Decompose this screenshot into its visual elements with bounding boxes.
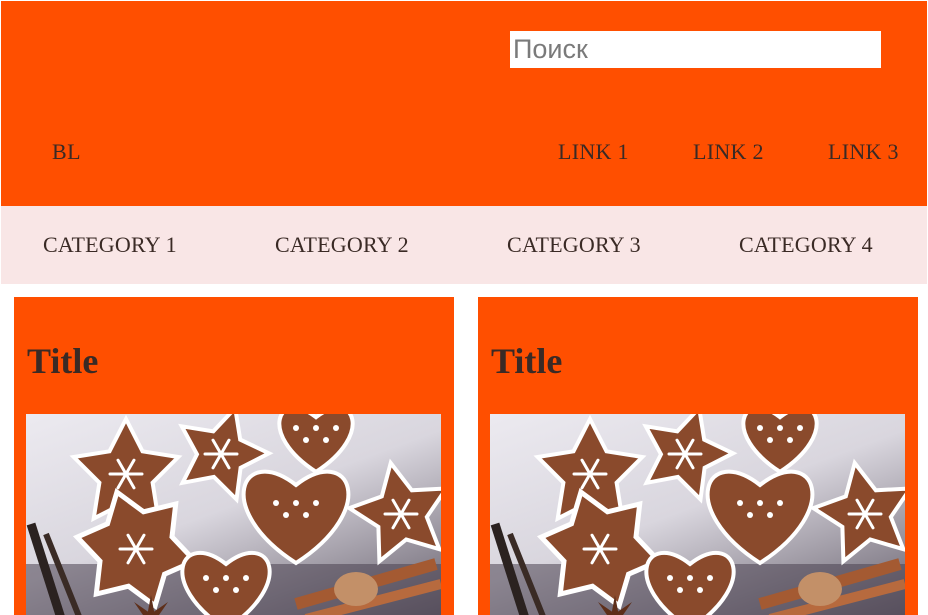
category-link-4[interactable]: CATEGORY 4 <box>739 230 873 260</box>
category-link-2[interactable]: CATEGORY 2 <box>275 230 409 260</box>
gingerbread-cookies-image <box>26 414 441 615</box>
card-title: Title <box>491 341 563 381</box>
card-title: Title <box>27 341 99 381</box>
nav-link-1[interactable]: LINK 1 <box>558 137 629 167</box>
category-link-1[interactable]: CATEGORY 1 <box>43 230 177 260</box>
category-bar: CATEGORY 1 CATEGORY 2 CATEGORY 3 CATEGOR… <box>1 206 927 284</box>
nav-link-2[interactable]: LINK 2 <box>693 137 764 167</box>
nav-link-3[interactable]: LINK 3 <box>828 137 899 167</box>
content-card[interactable]: Title <box>14 297 454 615</box>
page: BL LINK 1 LINK 2 LINK 3 CATEGORY 1 CATEG… <box>0 0 928 615</box>
brand-logo-link[interactable]: BL <box>52 137 81 167</box>
search-input[interactable] <box>510 31 881 68</box>
site-header: BL LINK 1 LINK 2 LINK 3 <box>1 1 927 206</box>
category-link-3[interactable]: CATEGORY 3 <box>507 230 641 260</box>
content-card[interactable]: Title <box>478 297 918 615</box>
gingerbread-cookies-image <box>490 414 905 615</box>
